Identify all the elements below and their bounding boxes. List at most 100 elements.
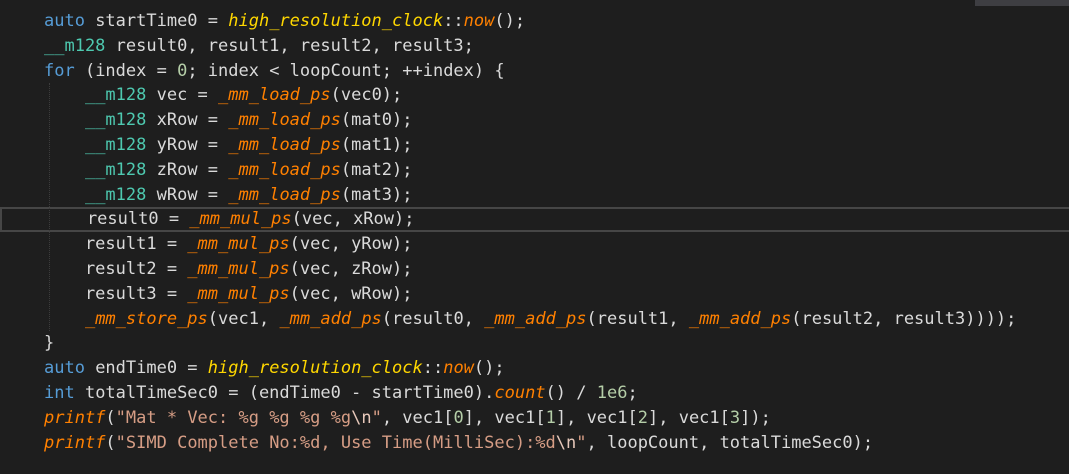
- code-line[interactable]: result3 = _mm_mul_ps(vec, wRow);: [0, 282, 1069, 307]
- code-token: (result1,: [586, 308, 689, 329]
- type-token: __m128: [84, 184, 147, 205]
- code-token: () /: [545, 383, 597, 403]
- keyword-token: auto: [44, 11, 85, 31]
- function-token: count: [494, 383, 546, 403]
- function-token: _mm_mul_ps: [187, 283, 290, 304]
- code-token: (vec0);: [330, 85, 403, 106]
- code-line-text: auto endTime0 = high_resolution_clock::n…: [44, 356, 505, 381]
- number-token: 0: [177, 60, 188, 81]
- code-line[interactable]: auto startTime0 = high_resolution_clock:…: [0, 9, 1069, 34]
- string-token: ": [371, 407, 382, 428]
- code-token: (vec, zRow);: [289, 259, 413, 279]
- code-line[interactable]: auto endTime0 = high_resolution_clock::n…: [0, 356, 1069, 381]
- code-token: (mat0);: [340, 110, 413, 131]
- code-line[interactable]: _mm_store_ps(vec1, _mm_add_ps(result0, _…: [0, 307, 1069, 332]
- horizontal-scrollbar-thumb[interactable]: [975, 0, 1069, 6]
- code-line[interactable]: __m128 result0, result1, result2, result…: [0, 34, 1069, 59]
- code-line[interactable]: result2 = _mm_mul_ps(vec, zRow);: [0, 257, 1069, 282]
- code-line-text: auto startTime0 = high_resolution_clock:…: [44, 9, 525, 34]
- code-line-text: }: [44, 331, 54, 356]
- clock-token: high_resolution_clock: [228, 11, 444, 31]
- code-token: ], vec1[: [463, 407, 546, 428]
- function-token: now: [443, 358, 474, 379]
- code-line[interactable]: printf("SIMD Complete No:%d, Use Time(Mi…: [0, 431, 1069, 456]
- code-token: totalTimeSec0 = (endTime0 - startTime0).: [74, 383, 495, 403]
- escape-token: \n: [555, 432, 577, 453]
- number-token: 3: [729, 407, 741, 428]
- code-token: result3 =: [44, 283, 188, 304]
- keyword-token: for: [44, 60, 75, 81]
- code-editor[interactable]: auto startTime0 = high_resolution_clock:…: [0, 0, 1069, 474]
- code-token: ();: [473, 358, 505, 379]
- code-line[interactable]: __m128 zRow = _mm_load_ps(mat2);: [0, 158, 1069, 183]
- code-line[interactable]: printf("Mat * Vec: %g %g %g %g\n", vec1[…: [0, 406, 1069, 431]
- function-token: _mm_load_ps: [228, 135, 341, 155]
- code-line[interactable]: __m128 vec = _mm_load_ps(vec0);: [0, 83, 1069, 108]
- code-token: (index =: [74, 60, 178, 81]
- code-token: (mat2);: [340, 159, 413, 180]
- code-token: result0, result1, result2, result3;: [105, 35, 474, 56]
- function-token: _mm_load_ps: [228, 110, 341, 131]
- code-line[interactable]: result1 = _mm_mul_ps(vec, yRow);: [0, 232, 1069, 257]
- type-token: __m128: [84, 159, 147, 180]
- code-line-text: result0 = _mm_mul_ps(vec, xRow);: [46, 207, 415, 232]
- code-token: vec =: [146, 85, 219, 106]
- code-token: yRow =: [146, 135, 229, 155]
- code-token: (vec, xRow);: [291, 209, 415, 230]
- number-token: 1e6: [596, 383, 628, 403]
- code-line-text: int totalTimeSec0 = (endTime0 - startTim…: [44, 381, 638, 406]
- code-token: , vec1[: [381, 407, 454, 428]
- code-token: (: [105, 432, 116, 453]
- code-line[interactable]: __m128 yRow = _mm_load_ps(mat1);: [0, 133, 1069, 158]
- function-token: _mm_load_ps: [228, 159, 341, 180]
- code-line[interactable]: for (index = 0; index < loopCount; ++ind…: [0, 59, 1069, 84]
- number-token: 2: [637, 407, 648, 428]
- code-token: (mat1);: [340, 135, 413, 155]
- type-token: __m128: [84, 135, 147, 155]
- function-token: _mm_add_ps: [279, 308, 382, 329]
- code-line-text: printf("Mat * Vec: %g %g %g %g\n", vec1[…: [44, 406, 771, 431]
- escape-token: \n: [351, 407, 372, 428]
- code-token: (result2, result3))));: [791, 308, 1017, 329]
- function-token: _mm_load_ps: [218, 85, 331, 106]
- code-token: wRow =: [146, 184, 229, 205]
- code-line[interactable]: __m128 xRow = _mm_load_ps(mat0);: [0, 108, 1069, 133]
- function-token: _mm_add_ps: [688, 308, 792, 329]
- type-token: __m128: [84, 110, 147, 131]
- code-token: }: [44, 333, 55, 354]
- code-token: ], vec1[: [648, 407, 730, 428]
- clock-token: high_resolution_clock: [207, 358, 423, 379]
- code-line-text: __m128 wRow = _mm_load_ps(mat3);: [44, 183, 413, 208]
- code-token: (vec, yRow);: [289, 234, 413, 255]
- code-line[interactable]: int totalTimeSec0 = (endTime0 - startTim…: [0, 381, 1069, 406]
- code-token: ;: [627, 383, 638, 403]
- function-token: _mm_mul_ps: [187, 234, 290, 255]
- code-token: ], vec1[: [555, 407, 638, 428]
- code-token: startTime0 =: [84, 11, 229, 31]
- code-line-text: printf("SIMD Complete No:%d, Use Time(Mi…: [44, 431, 873, 456]
- code-line-text: __m128 vec = _mm_load_ps(vec0);: [44, 83, 402, 108]
- code-line-text: __m128 result0, result1, result2, result…: [44, 34, 474, 59]
- function-token: printf: [44, 407, 106, 428]
- current-code-line[interactable]: result0 = _mm_mul_ps(vec, xRow);: [0, 207, 1069, 233]
- code-token: , loopCount, totalTimeSec0);: [586, 432, 874, 453]
- code-token: result1 =: [44, 234, 188, 255]
- code-line[interactable]: __m128 wRow = _mm_load_ps(mat3);: [0, 183, 1069, 208]
- code-token: endTime0 =: [84, 358, 208, 379]
- indent-guide: [49, 83, 51, 332]
- code-line-text: result3 = _mm_mul_ps(vec, wRow);: [44, 282, 413, 307]
- code-line-text: __m128 xRow = _mm_load_ps(mat0);: [44, 108, 413, 133]
- code-token: zRow =: [146, 159, 229, 180]
- code-token: (vec1,: [207, 308, 280, 329]
- number-token: 0: [453, 407, 464, 428]
- code-token: ]);: [740, 407, 771, 428]
- code-token: ::: [422, 358, 444, 379]
- type-token: __m128: [84, 85, 147, 106]
- number-token: 1: [545, 407, 556, 428]
- code-token: (result0,: [381, 308, 485, 329]
- code-line-text: result2 = _mm_mul_ps(vec, zRow);: [44, 257, 413, 282]
- string-token: "Mat * Vec: %g %g %g %g: [115, 407, 352, 428]
- code-token: ; index < loopCount; ++index) {: [187, 60, 505, 81]
- code-line[interactable]: }: [0, 331, 1069, 356]
- code-line-text: __m128 zRow = _mm_load_ps(mat2);: [44, 158, 413, 183]
